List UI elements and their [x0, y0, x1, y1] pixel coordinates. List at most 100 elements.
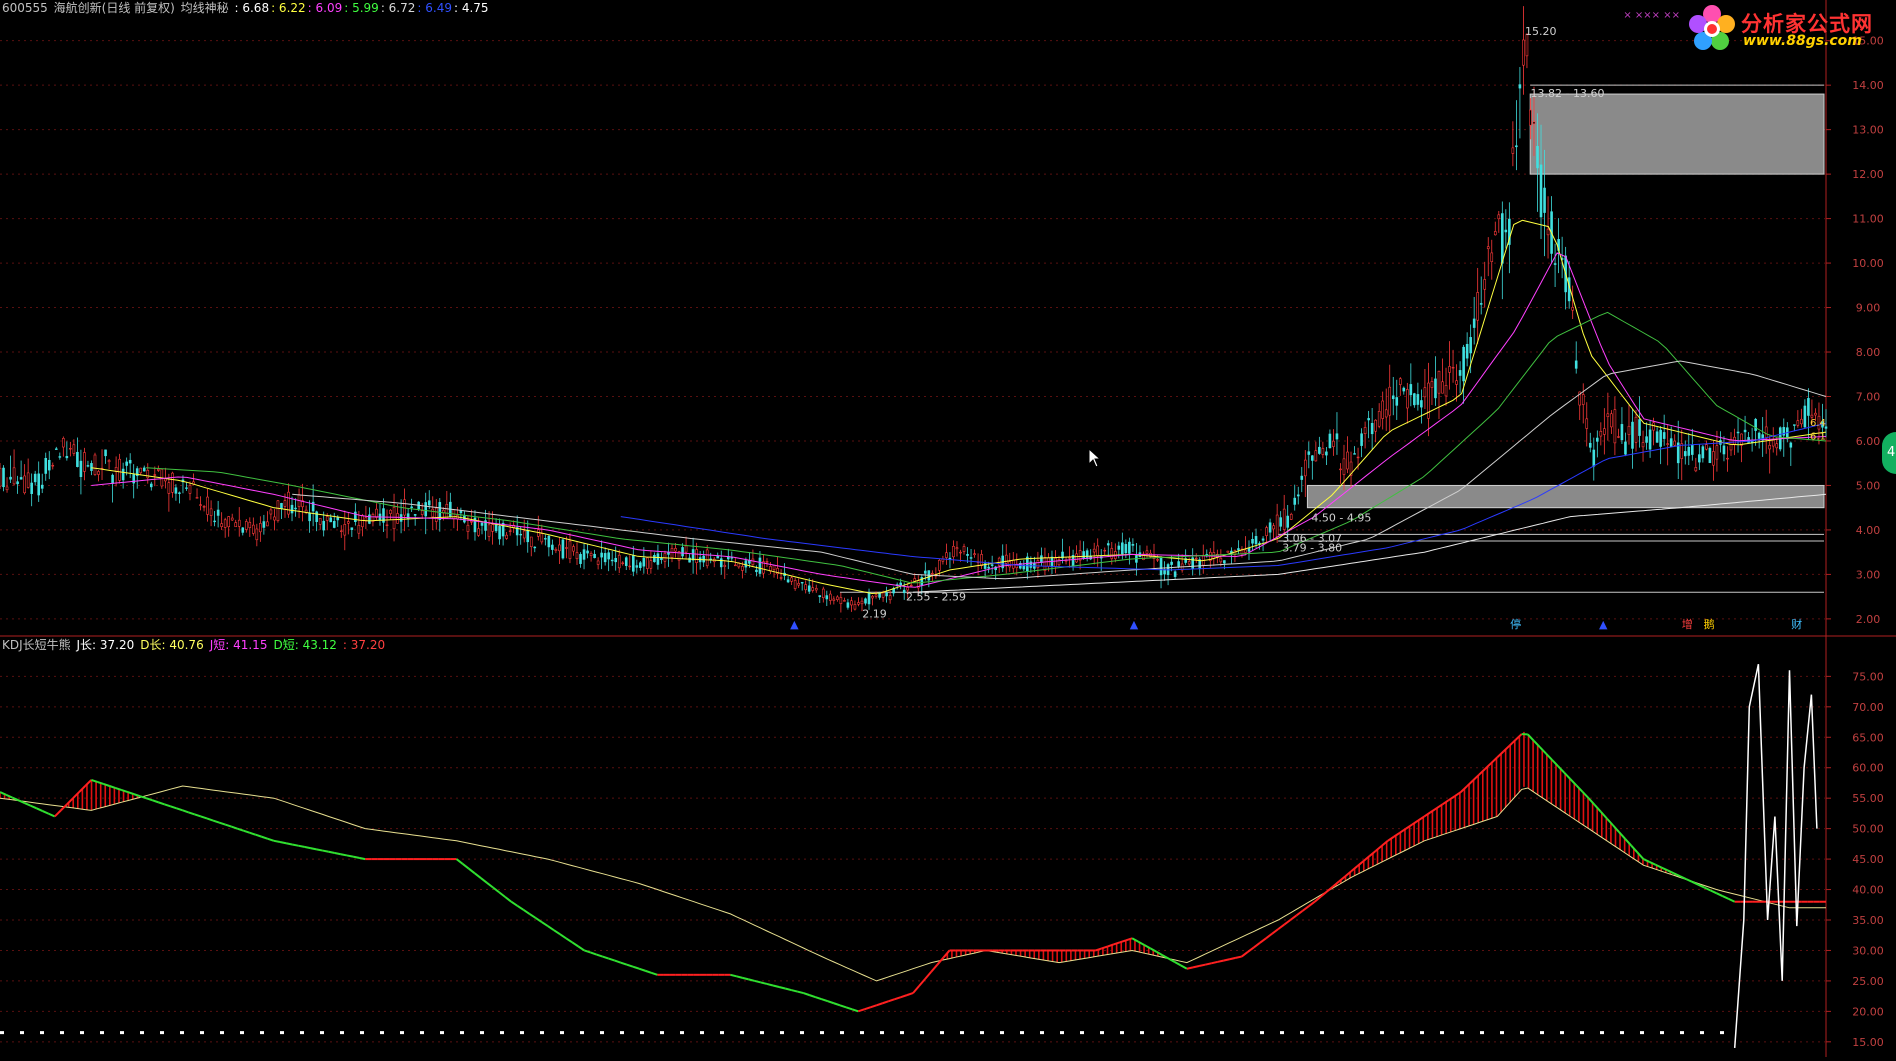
candle-body	[565, 548, 567, 549]
osc-short-segment	[870, 1005, 876, 1007]
candle-body	[463, 516, 465, 522]
candle-body	[17, 482, 19, 484]
candle-body	[910, 585, 912, 586]
candle-body	[1804, 406, 1806, 427]
candle-body	[1663, 432, 1665, 438]
candle-body	[615, 558, 617, 561]
osc-tick-label: 35.00	[1852, 914, 1884, 927]
candle-body	[122, 469, 124, 480]
logo-url[interactable]: www.88gs.com	[1743, 33, 1862, 49]
candle-body	[1195, 558, 1197, 559]
candle-body	[1491, 253, 1493, 262]
candle-body	[66, 456, 68, 458]
osc-short-segment	[767, 984, 773, 986]
site-logo[interactable]: 分析家公式网 www.88gs.com	[1683, 2, 1888, 54]
osc-short-segment	[596, 955, 602, 957]
osc-short-segment	[1412, 821, 1418, 825]
candle-body	[1304, 460, 1306, 476]
candle-body	[245, 521, 247, 529]
candle-body	[1146, 551, 1148, 554]
candle-body	[1755, 419, 1757, 430]
osc-long-line	[0, 786, 1826, 981]
candle-body	[1237, 549, 1239, 550]
side-badge[interactable]: 45	[1882, 432, 1896, 474]
candle-body	[956, 548, 958, 549]
candle-body	[1276, 515, 1278, 537]
osc-short-segment	[225, 825, 231, 827]
candle-body	[242, 528, 244, 533]
osc-short-segment	[274, 841, 280, 842]
sub-indicator-name: KDJ长短牛熊	[2, 638, 71, 652]
osc-short-segment	[913, 986, 919, 993]
candle-body	[411, 507, 413, 508]
candle-body	[105, 450, 107, 456]
candle-body	[1160, 558, 1162, 575]
candle-body	[1118, 546, 1120, 549]
candle-body	[868, 593, 870, 604]
candle-body	[643, 558, 645, 566]
candle-body	[1800, 419, 1802, 424]
price-tick-label: 9.00	[1856, 302, 1881, 315]
candle-body	[1702, 447, 1704, 458]
candle-body	[1688, 447, 1690, 455]
candle-body	[1741, 434, 1743, 445]
candle-body	[1572, 307, 1574, 310]
osc-short-segment	[49, 814, 55, 817]
osc-short-segment	[213, 821, 219, 823]
candle-body	[435, 508, 437, 521]
candle-body	[1586, 419, 1588, 429]
candle-body	[1097, 546, 1099, 556]
candle-body	[1614, 410, 1616, 443]
candle-body	[1695, 467, 1697, 470]
candle-body	[62, 438, 64, 447]
osc-short-segment	[1723, 896, 1729, 899]
candle-body	[1575, 361, 1577, 368]
candle-body	[1681, 444, 1683, 459]
candle-body	[217, 510, 219, 515]
candle-body	[685, 546, 687, 552]
candle-body	[59, 457, 61, 458]
osc-short-segment	[633, 967, 639, 969]
candle-body	[1378, 411, 1380, 426]
candle-body	[1223, 561, 1225, 564]
candle-body	[900, 583, 902, 585]
candle-body	[1776, 444, 1778, 448]
osc-short-segment	[925, 972, 931, 979]
candle-body	[667, 553, 669, 555]
candle-body	[185, 488, 187, 489]
osc-short-segment	[1108, 944, 1114, 946]
osc-short-segment	[773, 985, 779, 987]
osc-tick-label: 25.00	[1852, 975, 1884, 988]
osc-short-segment	[523, 910, 529, 914]
osc-short-segment	[353, 857, 359, 858]
candle-body	[112, 475, 114, 483]
osc-short-segment	[30, 806, 36, 809]
osc-short-segment	[743, 978, 749, 980]
candle-body	[175, 488, 177, 494]
candle-body	[646, 558, 648, 569]
candle-body	[1737, 432, 1739, 433]
osc-short-segment	[177, 808, 183, 810]
candle-body	[1603, 429, 1605, 435]
candle-body	[724, 565, 726, 566]
osc-short-segment	[755, 981, 761, 983]
osc-short-segment	[511, 902, 517, 906]
candle-body	[1705, 445, 1707, 450]
candle-body	[200, 505, 202, 506]
candle-body	[1132, 544, 1134, 545]
candle-body	[875, 595, 877, 596]
osc-spike-line	[1735, 664, 1817, 1048]
osc-short-segment	[0, 792, 6, 795]
candle-body	[1012, 560, 1014, 568]
candle-body	[1470, 337, 1472, 353]
osc-short-segment	[1570, 779, 1576, 785]
moving-average-line-2	[146, 312, 1826, 582]
candle-body	[6, 487, 8, 490]
candle-body	[1529, 110, 1531, 125]
candle-body	[330, 518, 332, 522]
osc-short-segment	[572, 942, 578, 946]
osc-short-segment	[615, 961, 621, 963]
candle-body	[129, 460, 131, 463]
candle-body	[583, 550, 585, 560]
osc-short-segment	[736, 976, 742, 978]
